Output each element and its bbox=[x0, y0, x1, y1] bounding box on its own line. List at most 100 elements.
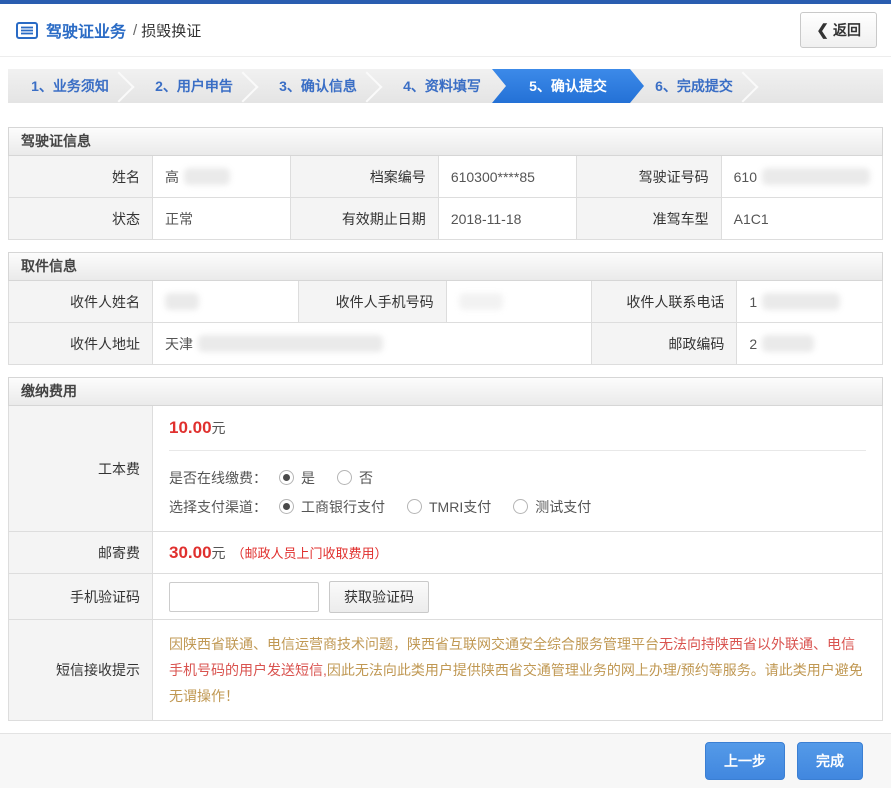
back-button[interactable]: ❮ 返回 bbox=[800, 12, 877, 48]
field-label-name: 姓名 bbox=[9, 156, 153, 198]
step-5-confirm-submit-active: 5、确认提交 bbox=[492, 69, 644, 103]
value-text: 2018-11-18 bbox=[451, 211, 522, 227]
payment-channel-question-row: 选择支付渠道： 工商银行支付 TMRI支付 测试支付 bbox=[169, 492, 866, 521]
value-text: 高 bbox=[165, 167, 179, 187]
payment-channel-question: 选择支付渠道： bbox=[169, 497, 267, 517]
license-info-table: 姓名 高 档案编号 610300****85 驾驶证号码 610 状态 正常 有… bbox=[8, 156, 883, 240]
radio-online-no[interactable] bbox=[337, 470, 352, 485]
field-label-postal-code: 邮政编码 bbox=[592, 323, 737, 365]
redacted-blur bbox=[198, 335, 383, 352]
radio-online-yes[interactable] bbox=[279, 470, 294, 485]
online-payment-question: 是否在线缴费： bbox=[169, 468, 267, 488]
redacted-blur bbox=[165, 293, 199, 310]
pickup-info-table: 收件人姓名 收件人手机号码 收件人联系电话 1 收件人地址 天津 邮政编码 2 bbox=[8, 281, 883, 365]
postage-unit: 元 bbox=[212, 543, 226, 563]
field-label-recipient-name: 收件人姓名 bbox=[9, 281, 153, 323]
field-label-license-number: 驾驶证号码 bbox=[577, 156, 722, 198]
sms-notice-segment-1: 因陕西省联通、电信运营商技术问题，陕西省互联网交通安全综合服务管理平台 bbox=[169, 636, 659, 652]
step-wizard: 1、业务须知 2、用户申告 3、确认信息 4、资料填写 5、确认提交 6、完成提… bbox=[8, 69, 883, 103]
field-value-file-number: 610300****85 bbox=[439, 156, 577, 198]
step-label: 1、业务须知 bbox=[31, 76, 109, 96]
field-value-recipient-mobile bbox=[447, 281, 593, 323]
field-label-vehicle-class: 准驾车型 bbox=[577, 198, 722, 240]
document-list-icon bbox=[16, 22, 38, 39]
redacted-blur bbox=[762, 293, 840, 310]
radio-channel-test[interactable] bbox=[513, 499, 528, 514]
radio-channel-icbc[interactable] bbox=[279, 499, 294, 514]
pickup-info-section: 取件信息 收件人姓名 收件人手机号码 收件人联系电话 1 收件人地址 天津 邮政… bbox=[8, 252, 883, 365]
value-text: 正常 bbox=[165, 209, 193, 229]
breadcrumb-separator: / bbox=[133, 22, 137, 39]
finish-button[interactable]: 完成 bbox=[797, 742, 863, 780]
field-value-expiry-date: 2018-11-18 bbox=[439, 198, 577, 240]
value-text: A1C1 bbox=[734, 211, 769, 227]
field-label-sms-captcha: 手机验证码 bbox=[9, 574, 153, 620]
field-label-recipient-address: 收件人地址 bbox=[9, 323, 153, 365]
payment-table: 工本费 10.00元 是否在线缴费： 是 否 选择支付渠道： 工商银行支付 TM… bbox=[8, 406, 883, 721]
fee-amount-line: 10.00元 bbox=[169, 418, 866, 451]
value-text: 1 bbox=[749, 294, 757, 310]
get-captcha-button[interactable]: 获取验证码 bbox=[329, 581, 429, 613]
previous-step-button[interactable]: 上一步 bbox=[705, 742, 785, 780]
step-2-user-declaration: 2、用户申告 bbox=[132, 69, 256, 103]
radio-channel-tmri-label: TMRI支付 bbox=[429, 497, 491, 517]
field-label-expiry-date: 有效期止日期 bbox=[291, 198, 439, 240]
step-label: 5、确认提交 bbox=[529, 76, 607, 96]
section-title-payment: 缴纳费用 bbox=[8, 377, 883, 406]
field-label-postage-fee: 邮寄费 bbox=[9, 532, 153, 574]
page-header: 驾驶证业务 / 损毁换证 ❮ 返回 bbox=[0, 4, 891, 57]
field-label-sms-notice: 短信接收提示 bbox=[9, 620, 153, 721]
redacted-blur bbox=[762, 168, 870, 185]
field-label-file-number: 档案编号 bbox=[291, 156, 439, 198]
step-3-confirm-info: 3、确认信息 bbox=[256, 69, 380, 103]
radio-online-yes-label: 是 bbox=[301, 468, 315, 488]
value-text: 610 bbox=[734, 169, 757, 185]
chevron-left-icon: ❮ bbox=[816, 23, 829, 38]
redacted-blur bbox=[762, 335, 814, 352]
radio-channel-test-label: 测试支付 bbox=[535, 497, 591, 517]
field-label-production-fee: 工本费 bbox=[9, 406, 153, 532]
field-value-license-number: 610 bbox=[722, 156, 883, 198]
field-value-sms-captcha: 获取验证码 bbox=[153, 574, 883, 620]
radio-channel-icbc-label: 工商银行支付 bbox=[301, 497, 385, 517]
field-value-vehicle-class: A1C1 bbox=[722, 198, 883, 240]
footer-action-bar: 上一步 完成 bbox=[0, 733, 891, 788]
field-value-postage-fee: 30.00元 （邮政人员上门收取费用） bbox=[153, 532, 883, 574]
postage-note: （邮政人员上门收取费用） bbox=[232, 543, 388, 562]
back-button-label: 返回 bbox=[833, 20, 861, 40]
step-1-business-notice: 1、业务须知 bbox=[8, 69, 132, 103]
step-bar-filler bbox=[756, 69, 883, 103]
captcha-input[interactable] bbox=[169, 582, 319, 612]
field-value-postal-code: 2 bbox=[737, 323, 883, 365]
step-label: 6、完成提交 bbox=[655, 76, 733, 96]
fee-unit: 元 bbox=[212, 420, 226, 436]
value-text: 天津 bbox=[165, 334, 193, 354]
field-value-recipient-phone: 1 bbox=[737, 281, 883, 323]
step-label: 4、资料填写 bbox=[403, 76, 481, 96]
section-title-license: 驾驶证信息 bbox=[8, 127, 883, 156]
redacted-blur bbox=[184, 168, 230, 185]
postage-amount: 30.00 bbox=[169, 543, 212, 563]
field-value-name: 高 bbox=[153, 156, 291, 198]
field-label-recipient-phone: 收件人联系电话 bbox=[592, 281, 737, 323]
online-payment-question-row: 是否在线缴费： 是 否 bbox=[169, 463, 866, 492]
license-info-section: 驾驶证信息 姓名 高 档案编号 610300****85 驾驶证号码 610 状… bbox=[8, 127, 883, 240]
fee-amount: 10.00 bbox=[169, 418, 212, 437]
radio-channel-tmri[interactable] bbox=[407, 499, 422, 514]
radio-online-no-label: 否 bbox=[359, 468, 373, 488]
field-value-status: 正常 bbox=[153, 198, 291, 240]
field-value-sms-notice: 因陕西省联通、电信运营商技术问题，陕西省互联网交通安全综合服务管理平台无法向持陕… bbox=[153, 620, 883, 721]
step-label: 3、确认信息 bbox=[279, 76, 357, 96]
field-value-recipient-address: 天津 bbox=[153, 323, 592, 365]
payment-section: 缴纳费用 工本费 10.00元 是否在线缴费： 是 否 选择支付渠道： 工商银行… bbox=[8, 377, 883, 721]
field-value-production-fee: 10.00元 是否在线缴费： 是 否 选择支付渠道： 工商银行支付 TMRI支付… bbox=[153, 406, 883, 532]
field-value-recipient-name bbox=[153, 281, 299, 323]
breadcrumb-current: 损毁换证 bbox=[141, 20, 201, 41]
step-4-fill-materials: 4、资料填写 bbox=[380, 69, 504, 103]
section-title-pickup: 取件信息 bbox=[8, 252, 883, 281]
redacted-blur bbox=[459, 293, 503, 310]
value-text: 610300****85 bbox=[451, 169, 535, 185]
field-label-status: 状态 bbox=[9, 198, 153, 240]
field-label-recipient-mobile: 收件人手机号码 bbox=[299, 281, 447, 323]
value-text: 2 bbox=[749, 336, 757, 352]
